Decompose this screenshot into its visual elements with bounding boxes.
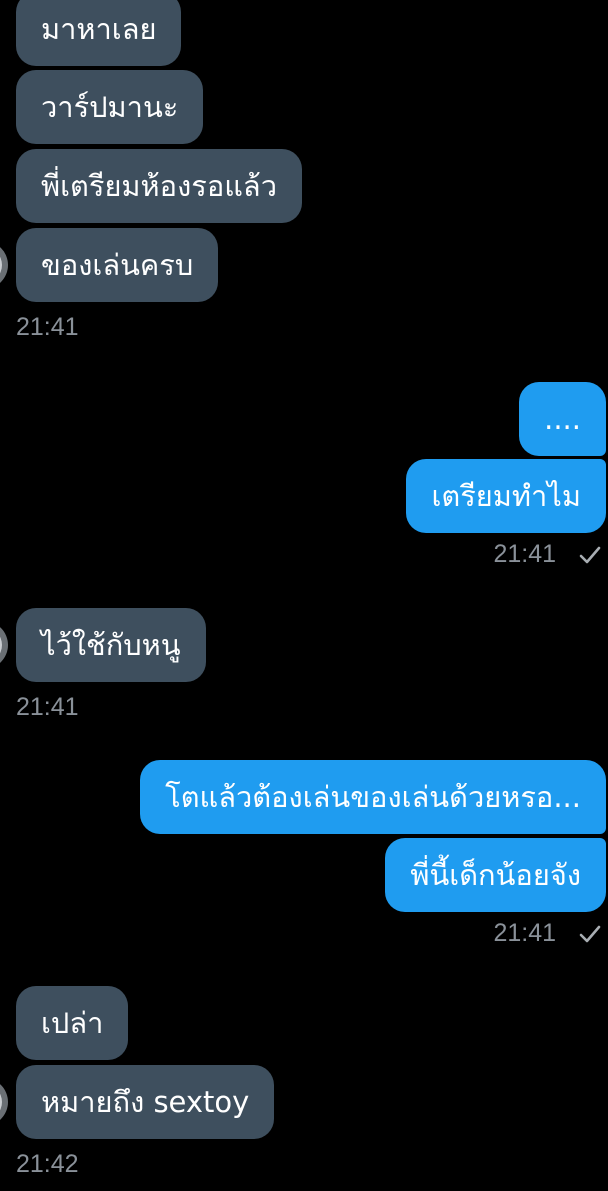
checkmark-icon (579, 546, 601, 564)
incoming-message-bubble[interactable]: หมายถึง sextoy (16, 1065, 275, 1139)
message-timestamp: 21:41 (493, 540, 556, 568)
avatar[interactable] (0, 621, 8, 669)
avatar[interactable] (0, 1078, 8, 1126)
outgoing-message-bubble[interactable]: โตแล้วต้องเล่นของเล่นด้วยหรอ... (140, 760, 606, 834)
incoming-message-bubble[interactable]: ของเล่นครบ (16, 228, 219, 302)
incoming-message-bubble[interactable]: พี่เตรียมห้องรอแล้ว (16, 149, 302, 223)
message-timestamp: 21:41 (493, 919, 556, 947)
outgoing-message-bubble[interactable]: .... (519, 382, 606, 456)
outgoing-message-bubble[interactable]: พี่นี้เด็กน้อยจัง (385, 838, 606, 912)
message-timestamp: 21:42 (16, 1150, 79, 1178)
incoming-message-bubble[interactable]: มาหาเลย (16, 0, 182, 66)
outgoing-message-bubble[interactable]: เตรียมทำไม (406, 459, 606, 533)
checkmark-icon (579, 925, 601, 943)
message-timestamp: 21:41 (16, 313, 79, 341)
incoming-message-bubble[interactable]: วาร์ปมานะ (16, 70, 204, 144)
avatar[interactable] (0, 241, 8, 289)
incoming-message-bubble[interactable]: ไว้ใช้กับหนู (16, 608, 206, 682)
incoming-message-bubble[interactable]: เปล่า (16, 986, 129, 1060)
message-timestamp: 21:41 (16, 693, 79, 721)
